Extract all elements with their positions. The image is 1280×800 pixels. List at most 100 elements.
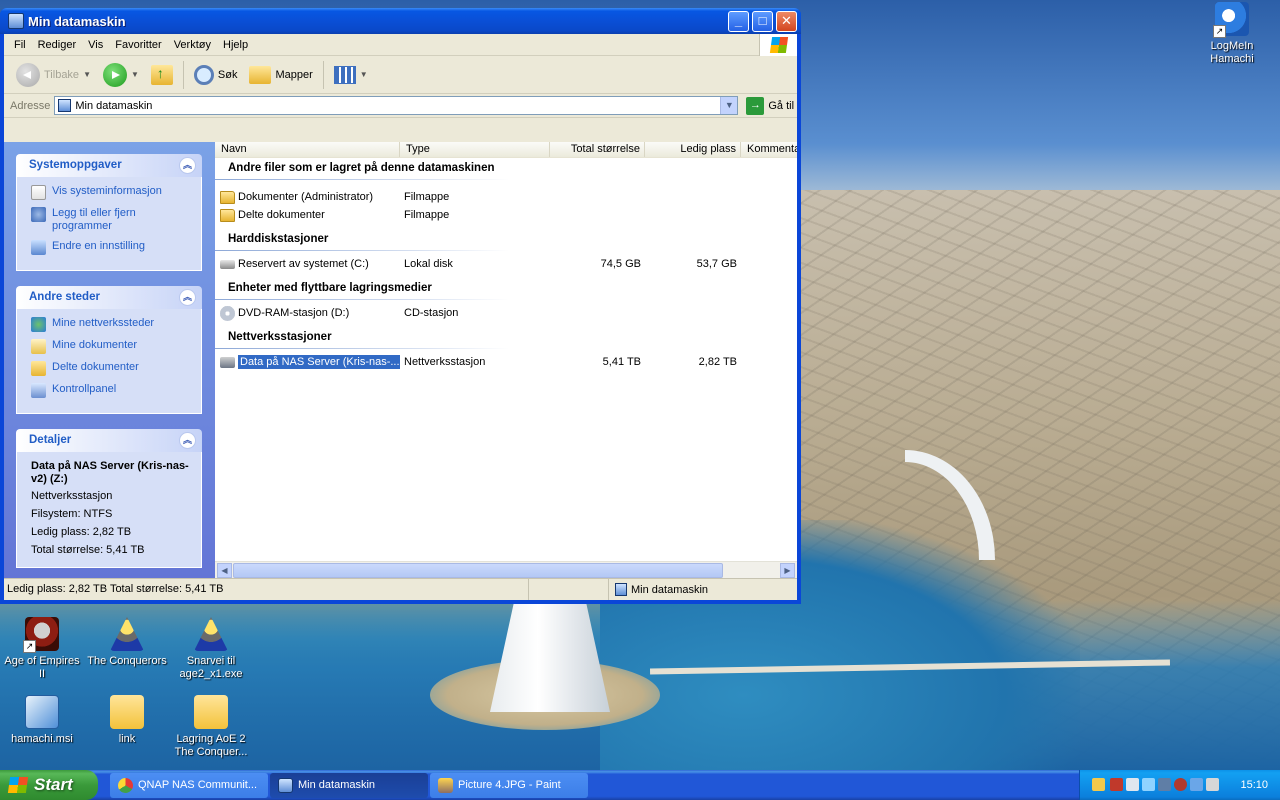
menu-tools[interactable]: Verktøy <box>168 39 217 51</box>
list-item[interactable]: Dokumenter (Administrator) Filmappe <box>215 188 797 206</box>
desktop-icon-label: Snarvei til age2_x1.exe <box>179 655 243 680</box>
item-name: DVD-RAM-stasjon (D:) <box>238 307 350 319</box>
start-label: Start <box>34 775 73 794</box>
desktop-icon-the-conquerors[interactable]: The Conquerors <box>85 617 169 668</box>
back-label: Tilbake <box>44 68 80 81</box>
views-button[interactable]: ▼ <box>328 60 374 90</box>
installer-icon <box>25 695 59 729</box>
scrollbar-thumb[interactable] <box>233 563 723 578</box>
desktop-icon-label: link <box>118 733 136 745</box>
taskbar-item-my-computer[interactable]: Min datamaskin <box>270 773 428 798</box>
address-value: Min datamaskin <box>75 99 153 112</box>
forward-button[interactable]: ▼ <box>97 60 145 90</box>
menu-help[interactable]: Hjelp <box>217 39 254 51</box>
wireless-icon[interactable] <box>1142 778 1155 791</box>
hamachi-tray-icon[interactable] <box>1174 778 1187 791</box>
scroll-right-icon[interactable]: ▶ <box>780 563 795 578</box>
scroll-left-icon[interactable]: ◀ <box>217 563 232 578</box>
menu-favorites[interactable]: Favoritter <box>109 39 167 51</box>
column-total-size[interactable]: Total størrelse <box>550 142 645 157</box>
column-headers: Navn Type Total størrelse Ledig plass Ko… <box>215 142 797 158</box>
desktop-icon-label: Lagring AoE 2 The Conquer... <box>174 733 248 758</box>
menu-file[interactable]: Fil <box>8 39 32 51</box>
taskbar-item-paint[interactable]: Picture 4.JPG - Paint <box>430 773 588 798</box>
desktop-icon-age2-shortcut[interactable]: Snarvei til age2_x1.exe <box>169 617 253 681</box>
details-item-type: Nettverksstasjon <box>31 490 113 502</box>
details-header[interactable]: Detaljer ︽ <box>16 429 202 452</box>
go-arrow-icon: → <box>746 96 765 115</box>
my-computer-icon <box>278 778 293 793</box>
address-input[interactable]: Min datamaskin ▼ <box>54 96 739 115</box>
back-button[interactable]: Tilbake ▼ <box>10 60 97 90</box>
my-computer-icon <box>615 583 627 596</box>
collapse-chevron-icon[interactable]: ︽ <box>179 289 196 306</box>
other-places-panel: Andre steder ︽ Mine nettverkssteder Mine… <box>16 286 202 414</box>
up-folder-button[interactable] <box>145 60 179 90</box>
list-item[interactable]: Reservert av systemet (C:) Lokal disk 74… <box>215 255 797 273</box>
collapse-chevron-icon[interactable]: ︽ <box>179 432 196 449</box>
desktop-icon-logmein-hamachi[interactable]: LogMeIn Hamachi <box>1190 2 1274 66</box>
title-bar[interactable]: Min datamaskin _ □ ✕ <box>0 8 801 34</box>
chrome-icon <box>118 778 133 793</box>
device-icon[interactable] <box>1158 778 1171 791</box>
maximize-button[interactable]: □ <box>752 11 773 32</box>
status-location: Min datamaskin <box>609 583 708 596</box>
folders-button[interactable]: Mapper <box>243 60 318 90</box>
group-header: Nettverksstasjoner <box>215 327 797 349</box>
list-item[interactable]: Data på NAS Server (Kris-nas-... Nettver… <box>215 353 797 371</box>
item-free: 2,82 TB <box>698 356 737 368</box>
list-item[interactable]: Delte dokumenter Filmappe <box>215 206 797 224</box>
search-button[interactable]: Søk <box>188 60 244 90</box>
taskbar-item-chrome[interactable]: QNAP NAS Communit... <box>110 773 268 798</box>
clock[interactable]: 15:10 <box>1240 779 1268 791</box>
link-add-remove-programs[interactable]: Legg til eller fjern programmer <box>31 207 193 233</box>
update-icon[interactable] <box>1206 778 1219 791</box>
item-name: Data på NAS Server (Kris-nas-... <box>238 355 400 369</box>
address-dropdown-button[interactable]: ▼ <box>720 97 738 114</box>
column-type[interactable]: Type <box>400 142 550 157</box>
column-name[interactable]: Navn <box>215 142 400 157</box>
antivirus-icon[interactable] <box>1110 778 1123 791</box>
link-system-info[interactable]: Vis systeminformasjon <box>31 185 193 200</box>
desktop-icon-hamachi-msi[interactable]: hamachi.msi <box>0 695 84 746</box>
network-icon[interactable] <box>1126 778 1139 791</box>
search-icon <box>193 64 214 85</box>
desktop-icon-label: The Conquerors <box>87 655 167 667</box>
start-button[interactable]: Start <box>0 770 98 800</box>
desktop-icon-lagring-folder[interactable]: Lagring AoE 2 The Conquer... <box>169 695 253 759</box>
windows-flag-icon <box>7 777 29 793</box>
network-drive-icon <box>220 356 235 368</box>
collapse-chevron-icon[interactable]: ︽ <box>179 157 196 174</box>
link-network-places[interactable]: Mine nettverkssteder <box>31 317 193 332</box>
column-comment[interactable]: Kommentar <box>741 142 797 157</box>
desktop-icon-link-folder[interactable]: link <box>85 695 169 746</box>
close-button[interactable]: ✕ <box>776 11 797 32</box>
task-label: Picture 4.JPG - Paint <box>458 779 561 791</box>
system-tasks-header[interactable]: Systemoppgaver ︽ <box>16 154 202 177</box>
minimize-button[interactable]: _ <box>728 11 749 32</box>
desktop-icon-age-of-empires[interactable]: Age of Empires II <box>0 617 84 681</box>
menu-edit[interactable]: Rediger <box>32 39 83 51</box>
column-free-space[interactable]: Ledig plass <box>645 142 741 157</box>
other-places-body: Mine nettverkssteder Mine dokumenter Del… <box>16 309 202 414</box>
other-places-header[interactable]: Andre steder ︽ <box>16 286 202 309</box>
network-places-icon <box>31 317 46 332</box>
security-shield-icon[interactable] <box>1092 778 1105 791</box>
link-shared-documents[interactable]: Delte dokumenter <box>31 361 193 376</box>
link-change-setting[interactable]: Endre en innstilling <box>31 240 193 255</box>
desktop-icon-label: Age of Empires II <box>4 655 80 680</box>
status-text: Ledig plass: 2,82 TB Total størrelse: 5,… <box>4 579 529 600</box>
dvd-drive-icon <box>220 305 235 321</box>
link-control-panel[interactable]: Kontrollpanel <box>31 383 193 398</box>
item-type: Lokal disk <box>404 258 453 270</box>
go-button[interactable]: → Gå til <box>746 96 794 115</box>
volume-icon[interactable] <box>1190 778 1203 791</box>
list-item[interactable]: DVD-RAM-stasjon (D:) CD-stasjon <box>215 304 797 322</box>
panel-title: Detaljer <box>29 434 72 446</box>
link-my-documents[interactable]: Mine dokumenter <box>31 339 193 354</box>
group-header: Andre filer som er lagret på denne datam… <box>215 158 797 180</box>
menu-view[interactable]: Vis <box>82 39 109 51</box>
horizontal-scrollbar[interactable]: ◀ ▶ <box>215 561 797 578</box>
chevron-down-icon: ▼ <box>83 70 91 79</box>
chevron-down-icon: ▼ <box>359 70 368 79</box>
